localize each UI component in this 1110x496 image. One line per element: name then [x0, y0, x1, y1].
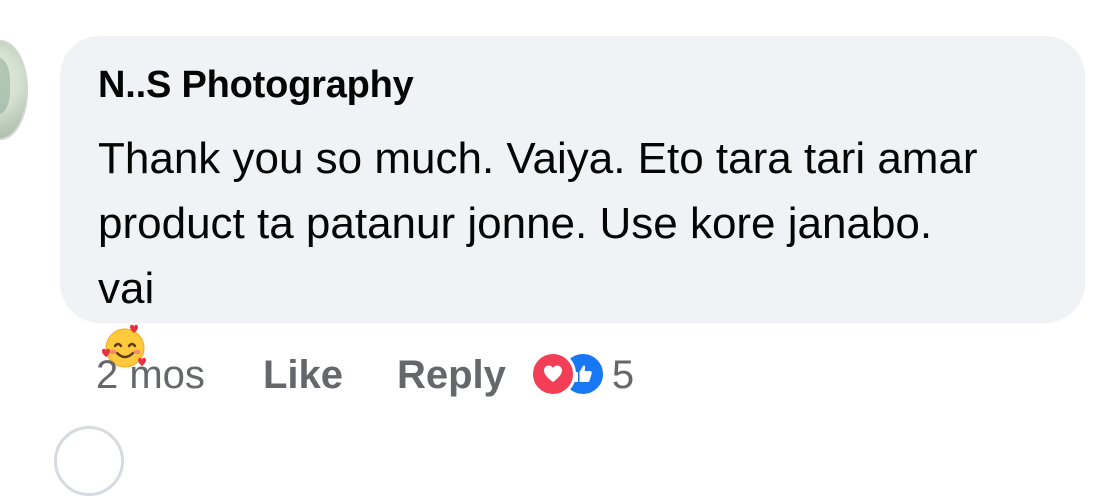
reactions-summary[interactable] [529, 350, 626, 400]
avatar-image [0, 58, 10, 114]
comment-timestamp[interactable]: 2 mos [96, 353, 205, 398]
next-comment-avatar[interactable] [54, 426, 124, 496]
comment-author-name[interactable]: N..S Photography [98, 64, 414, 107]
comment-text: Thank you so much. Vaiya. Eto tara tari … [98, 126, 1068, 371]
love-reaction-icon [529, 351, 576, 397]
comment-text-line-3-text: vai [98, 264, 155, 313]
commenter-avatar[interactable] [0, 40, 28, 140]
like-button[interactable]: Like [263, 353, 343, 398]
reply-button[interactable]: Reply [397, 353, 506, 398]
comment-text-line-1: Thank you so much. Vaiya. Eto tara tari … [98, 134, 978, 183]
comment-bubble: N..S Photography Thank you so much. Vaiy… [60, 36, 1085, 368]
comment-text-line-2: product ta patanur jonne. Use kore janab… [98, 199, 933, 248]
comment-row: N..S Photography Thank you so much. Vaiy… [0, 0, 1110, 496]
comment-actions: 2 mos Like Reply 5 [96, 346, 634, 404]
